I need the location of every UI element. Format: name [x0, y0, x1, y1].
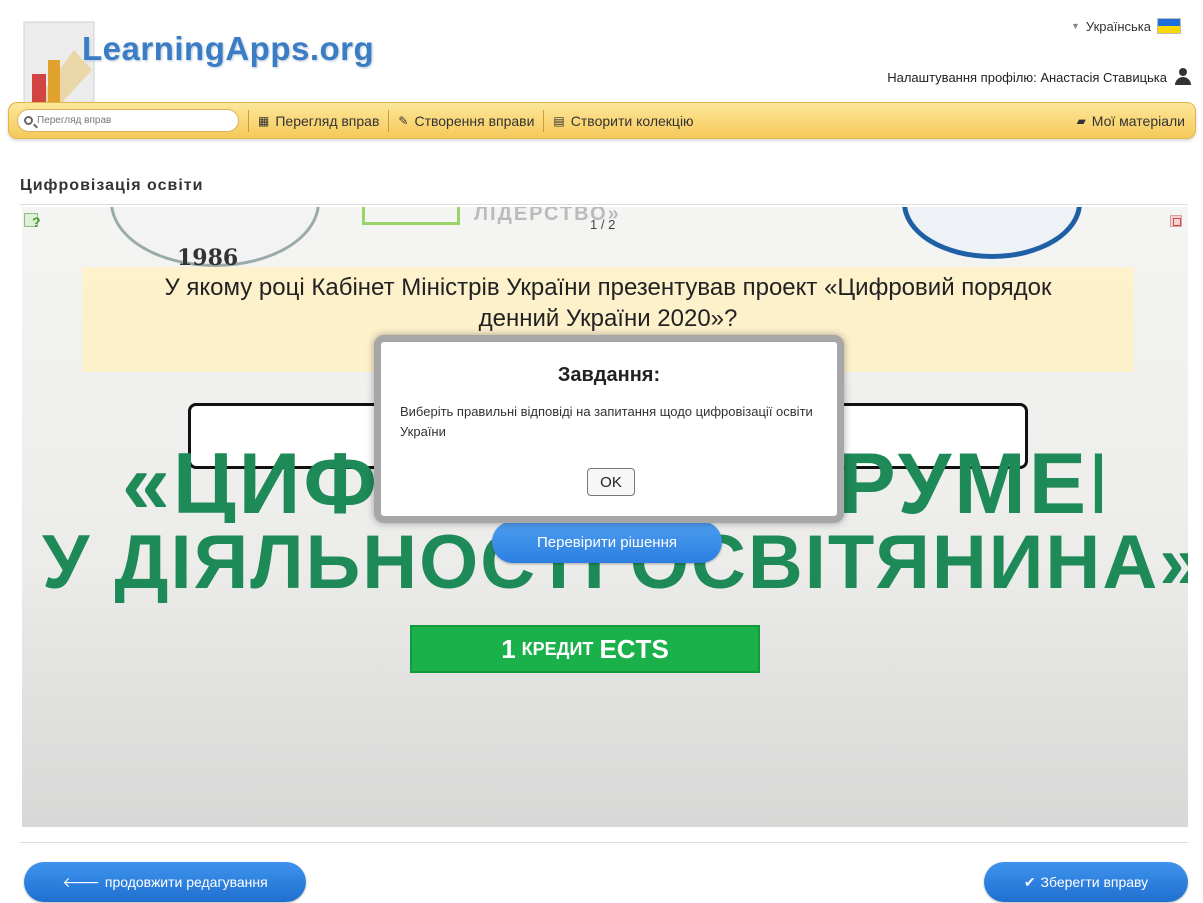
logo[interactable]: LearningApps.org — [82, 30, 374, 68]
nav-label: Створення вправи — [414, 112, 535, 129]
profile-link[interactable]: Налаштування профілю: Анастасія Ставицьк… — [887, 68, 1191, 86]
help-icon[interactable]: ? — [24, 213, 42, 230]
institute-emblem-image — [902, 207, 1082, 259]
search-input[interactable] — [37, 115, 217, 126]
nav-label: Перегляд вправ — [275, 112, 380, 129]
page-title: Цифровізація освіти — [20, 177, 204, 194]
check-solution-button[interactable]: Перевірити рішення — [492, 521, 722, 563]
arrow-left-icon: 🡐 — [62, 873, 100, 890]
user-icon — [1175, 68, 1191, 86]
main-nav: ▦ Перегляд вправ ✎ Створення вправи ▤ Ст… — [8, 102, 1196, 139]
nav-label: Мої матеріали — [1091, 112, 1185, 129]
button-label: Зберегти вправу — [1040, 874, 1149, 890]
button-label: продовжити редагування — [104, 874, 268, 890]
help-question-mark: ? — [32, 214, 41, 230]
continue-editing-button[interactable]: 🡐 продовжити редагування — [24, 862, 306, 902]
nav-browse-exercises[interactable]: ▦ Перегляд вправ — [258, 113, 379, 129]
ects-number: 1 — [501, 633, 516, 664]
task-dialog: Завдання: Виберіть правильні відповіді н… — [374, 335, 844, 523]
ects-badge: 1 КРЕДИТ ECTS — [410, 625, 760, 673]
collection-icon: ▤ — [553, 113, 565, 128]
dialog-title: Завдання: — [557, 364, 661, 386]
language-label: Українська — [1085, 18, 1151, 34]
nav-create-exercise[interactable]: ✎ Створення вправи — [398, 113, 534, 129]
grid-icon: ▦ — [258, 113, 270, 128]
search-icon — [24, 116, 33, 125]
search-box[interactable] — [17, 109, 239, 132]
ects-label: ECTS — [599, 633, 669, 664]
question-text: У якому році Кабінет Міністрів України п… — [164, 274, 1052, 332]
background-shade — [22, 567, 1188, 827]
exercise-app: 1986 ЛІДЕРСТВО» 1 / 2 ? У якому році Каб… — [22, 207, 1188, 827]
decor-frame — [362, 207, 460, 225]
dropdown-arrow-icon: ▼ — [1070, 21, 1080, 31]
ukraine-flag-icon — [1157, 18, 1181, 34]
checkmark-icon: ✔ — [1023, 873, 1036, 890]
ok-button[interactable]: OK — [587, 468, 635, 496]
nav-divider — [248, 109, 249, 132]
nav-label: Створити колекцію — [570, 112, 694, 129]
dialog-text: Виберіть правильні відповіді на запитанн… — [400, 404, 813, 439]
pencil-icon: ✎ — [398, 113, 409, 128]
nav-create-collection[interactable]: ▤ Створити колекцію — [553, 113, 693, 129]
divider — [20, 842, 1188, 843]
divider — [20, 204, 1188, 205]
folder-icon: ▰ — [1076, 113, 1086, 128]
save-exercise-button[interactable]: ✔ Зберегти вправу — [984, 862, 1188, 902]
ects-word: КРЕДИТ — [521, 638, 594, 659]
fullscreen-icon[interactable] — [1170, 215, 1182, 227]
language-selector[interactable]: ▼ Українська — [1071, 18, 1181, 34]
profile-label: Налаштування профілю: Анастасія Ставицьк… — [887, 69, 1167, 85]
question-counter: 1 / 2 — [590, 217, 616, 232]
nav-my-materials[interactable]: ▰ Мої матеріали — [1077, 113, 1185, 129]
nav-divider — [543, 109, 545, 132]
nav-divider — [388, 109, 390, 132]
